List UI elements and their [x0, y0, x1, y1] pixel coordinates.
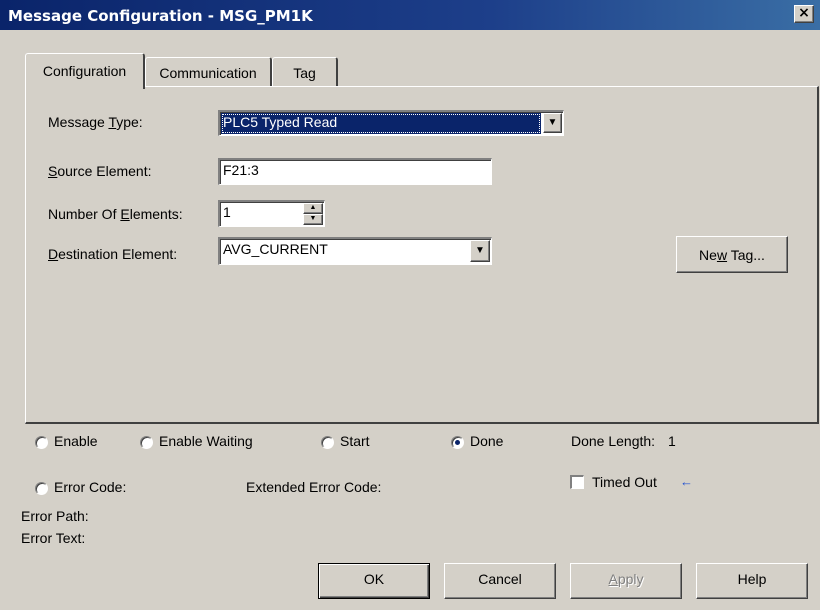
apply-button[interactable]: Apply — [570, 563, 682, 599]
error-code-radio[interactable] — [35, 482, 48, 495]
tab-configuration[interactable]: Configuration — [25, 53, 145, 89]
error-path-label: Error Path: — [21, 508, 89, 524]
ok-button[interactable]: OK — [318, 563, 430, 599]
arrow-left-icon: ← — [680, 474, 693, 489]
error-text-label: Error Text: — [21, 530, 86, 546]
cancel-button[interactable]: Cancel — [444, 563, 556, 599]
start-radio[interactable] — [321, 436, 334, 449]
extended-error-code-label: Extended Error Code: — [246, 479, 382, 495]
timed-out-label: Timed Out — [592, 474, 657, 490]
close-icon: × — [798, 5, 810, 21]
help-button[interactable]: Help — [696, 563, 808, 599]
done-length-value: 1 — [668, 433, 676, 449]
enable-label: Enable — [54, 433, 98, 449]
enable-waiting-label: Enable Waiting — [159, 433, 253, 449]
done-radio[interactable] — [451, 436, 464, 449]
configuration-panel — [25, 86, 819, 424]
title-bar: Message Configuration - MSG_PM1K × — [0, 0, 820, 30]
tab-communication-label: Communication — [159, 65, 257, 81]
enable-waiting-radio[interactable] — [140, 436, 153, 449]
done-length-label: Done Length: — [571, 433, 656, 449]
timed-out-checkbox[interactable] — [570, 475, 584, 489]
close-button[interactable]: × — [794, 5, 814, 23]
window-title: Message Configuration - MSG_PM1K — [8, 7, 313, 25]
tab-tag[interactable]: Tag — [272, 57, 338, 87]
enable-radio[interactable] — [35, 436, 48, 449]
error-code-label: Error Code: — [54, 479, 127, 495]
tab-communication[interactable]: Communication — [145, 57, 272, 87]
done-label: Done — [470, 433, 504, 449]
start-label: Start — [340, 433, 370, 449]
tab-configuration-label: Configuration — [42, 63, 127, 79]
tab-tag-label: Tag — [293, 65, 316, 81]
